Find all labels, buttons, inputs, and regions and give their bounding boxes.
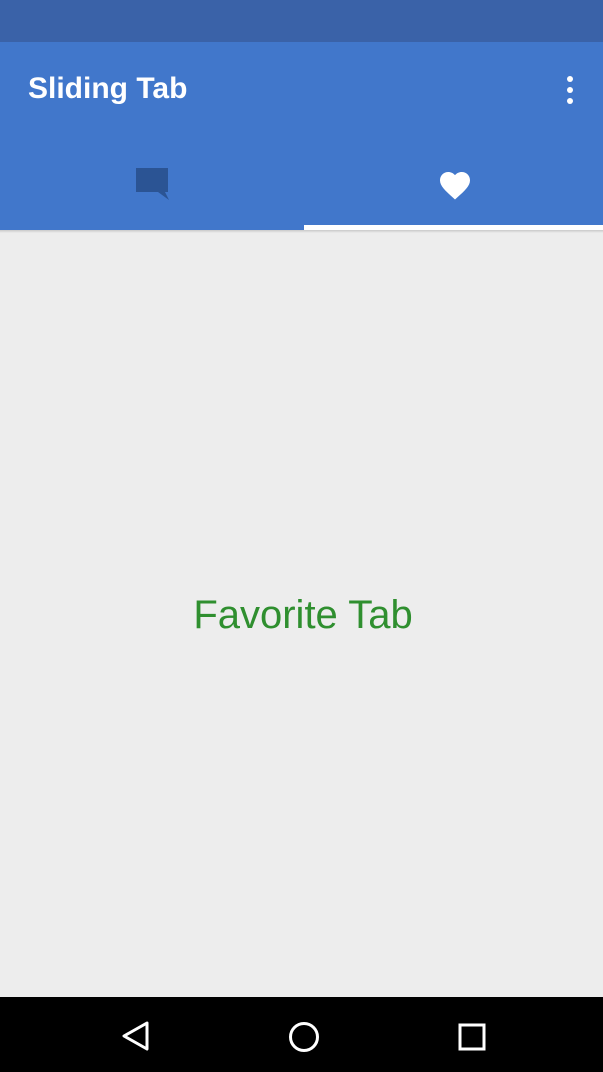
home-icon xyxy=(289,1022,319,1052)
recents-button[interactable] xyxy=(422,997,522,1072)
more-vert-icon xyxy=(567,76,573,82)
chat-bubble-icon xyxy=(136,168,169,200)
app-title: Sliding Tab xyxy=(28,72,188,105)
recents-icon xyxy=(458,1023,486,1051)
home-button[interactable] xyxy=(254,997,354,1072)
tab-chat[interactable] xyxy=(0,140,302,232)
heart-icon xyxy=(440,172,470,200)
back-button[interactable] xyxy=(86,997,186,1072)
tab-favorite[interactable] xyxy=(302,140,603,232)
navigation-bar xyxy=(0,997,603,1072)
content-label: Favorite Tab xyxy=(193,593,413,637)
back-icon xyxy=(122,1021,149,1051)
app-bar: Sliding Tab xyxy=(0,42,603,140)
status-bar xyxy=(0,0,603,42)
tab-bar xyxy=(0,140,603,232)
tab-content: Favorite Tab xyxy=(0,233,603,997)
overflow-menu-button[interactable] xyxy=(552,68,588,112)
